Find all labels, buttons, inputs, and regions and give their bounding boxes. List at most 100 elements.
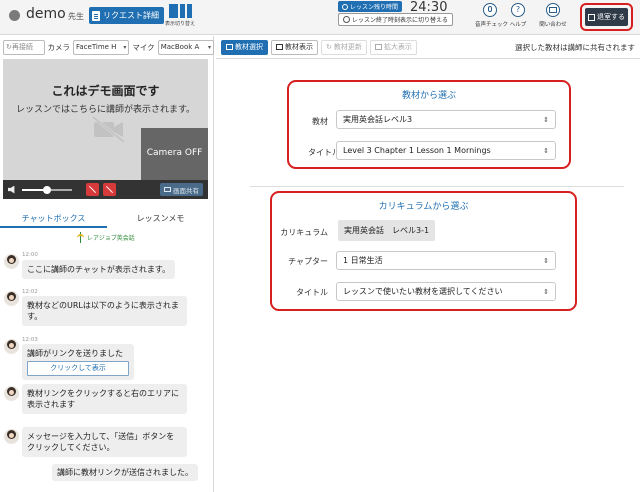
user-name: demo: [26, 6, 66, 22]
system-message: 講師に教材リンクが送信されました。: [52, 464, 198, 481]
chat-message: 教材などのURLは以下のように表示されます。: [22, 296, 187, 326]
mic-select[interactable]: MacBook A ▾: [157, 39, 215, 55]
voice-check-label: 音声チェック: [475, 22, 509, 28]
curriculum-section: カリキュラムから選ぶ カリキュラム 実用英会話 レベル3-1 チャプター 1 日…: [270, 191, 577, 311]
title-label: タイトル: [308, 148, 340, 157]
clock-icon: [343, 16, 350, 23]
request-details-label: リクエスト詳細: [103, 11, 159, 20]
tab-lesson-memo[interactable]: レッスンメモ: [107, 208, 214, 228]
message-time: 12:03: [22, 337, 38, 343]
chat-message: メッセージを入力して、「送信」ボタンをクリックしてください。: [22, 427, 187, 457]
avatar: [4, 429, 19, 444]
update-material-button[interactable]: ↻ 教材更新: [321, 39, 367, 55]
chat-message: 教材リンクをクリックすると右のエリアに表示されます: [22, 384, 187, 414]
demo-title: これはデモ画面です: [51, 84, 160, 98]
mic-value: MacBook A: [160, 43, 200, 51]
avatar: [4, 386, 19, 401]
device-row: ↻ 再接続 カメラ FaceTime H ▾ マイク MacBook A ▾: [0, 36, 215, 58]
curriculum-title-placeholder: レッスンで使いたい教材を選択してください: [343, 287, 503, 296]
screen-share-button[interactable]: 画面共有: [160, 183, 203, 196]
avatar: [4, 291, 19, 306]
avatar: [4, 254, 19, 269]
switch-end-time-button[interactable]: レッスン終了時刻表示に切り替える: [338, 13, 453, 26]
video-area: これはデモ画面です レッスンではこちらに講師が表示されます。 Camera OF…: [3, 59, 208, 180]
zoom-label: 拡大表示: [383, 43, 412, 51]
list-icon: [226, 44, 233, 50]
volume-slider[interactable]: [22, 185, 72, 194]
message-text: メッセージを入力して、「送信」ボタンをクリックしてください。: [27, 432, 175, 452]
question-icon: ?: [515, 5, 521, 14]
camera-value: FaceTime H: [76, 43, 117, 51]
title-select[interactable]: Level 3 Chapter 1 Lesson 1 Mornings ⇕: [336, 141, 556, 160]
chevron-updown-icon: ⇕: [543, 287, 549, 296]
select-material-button[interactable]: 教材選択: [221, 39, 268, 55]
chevron-down-icon: ▾: [208, 43, 212, 51]
mail-icon: [549, 7, 557, 13]
material-section-title: 教材から選ぶ: [401, 91, 456, 101]
curriculum-label: カリキュラム: [280, 228, 328, 237]
message-text: 講師がリンクを送りました: [27, 349, 123, 358]
chapter-select[interactable]: 1 日常生活 ⇕: [336, 251, 556, 270]
refresh-icon: ↻: [326, 43, 332, 51]
tab-chatbox[interactable]: チャットボックス: [0, 208, 107, 228]
material-label: 教材: [312, 117, 328, 126]
voice-check-button[interactable]: 音声チェック: [475, 3, 509, 28]
share-note: 選択した教材は講師に共有されます: [515, 42, 635, 52]
screen-icon: [164, 187, 171, 192]
view-material-button[interactable]: 教材表示: [271, 39, 318, 55]
header-bar: demo 先生 リクエスト詳細 表示切り替え レッスン残り時間 24:30 レッ…: [0, 0, 640, 35]
document-icon: [92, 10, 100, 21]
chevron-updown-icon: ⇕: [543, 115, 549, 124]
reconnect-button[interactable]: ↻ 再接続: [3, 39, 45, 55]
view-material-label: 教材表示: [285, 43, 313, 51]
speaker-icon[interactable]: [8, 185, 15, 194]
chat-message: 講師がリンクを送りました クリックして表示: [22, 344, 134, 380]
chevron-updown-icon: ⇕: [543, 256, 549, 265]
help-button[interactable]: ? ヘルプ: [503, 3, 533, 28]
request-details-button[interactable]: リクエスト詳細: [89, 7, 164, 24]
avatar: [4, 339, 19, 354]
chat-area: レアジョブ英会話 12:00 ここに講師のチャットが表示されます。 12:02 …: [0, 229, 214, 492]
exit-highlight: 退室する: [580, 3, 633, 31]
exit-icon: [588, 13, 595, 21]
contact-label: 問い合わせ: [539, 22, 567, 28]
material-value: 実用英会話レベル3: [343, 115, 413, 124]
curriculum-title-select[interactable]: レッスンで使いたい教材を選択してください ⇕: [336, 282, 556, 301]
mute-mic-icon[interactable]: [86, 183, 99, 196]
message-time: 12:00: [22, 252, 38, 258]
brand-logo: レアジョブ英会話: [76, 232, 135, 243]
camera-off-label: Camera OFF: [146, 148, 203, 158]
exit-room-button[interactable]: 退室する: [585, 8, 628, 26]
material-select[interactable]: 実用英会話レベル3 ⇕: [336, 110, 556, 129]
section-divider: [250, 186, 624, 187]
curriculum-section-title: カリキュラムから選ぶ: [378, 202, 469, 212]
switch-end-time-label: レッスン終了時刻表示に切り替える: [352, 17, 448, 24]
show-link-button[interactable]: クリックして表示: [27, 361, 129, 376]
exit-room-label: 退室する: [597, 13, 625, 21]
contact-button[interactable]: 問い合わせ: [538, 3, 568, 28]
video-controls: 画面共有: [3, 180, 208, 199]
camera-select[interactable]: FaceTime H ▾: [73, 39, 130, 55]
camera-off-icon: [92, 115, 125, 143]
help-label: ヘルプ: [509, 22, 527, 28]
message-text: ここに講師のチャットが表示されます。: [27, 265, 171, 274]
chevron-updown-icon: ⇕: [543, 146, 549, 155]
mic-label: マイク: [132, 42, 155, 52]
microphone-icon: [488, 6, 492, 12]
layout-toggle-button[interactable]: 表示切り替え: [162, 4, 198, 32]
layout-columns-icon: [162, 4, 198, 18]
camera-label: カメラ: [47, 42, 71, 52]
material-toolbar: 教材選択 教材表示 ↻ 教材更新 拡大表示 選択した教材は講師に共有されます: [216, 36, 640, 59]
volume-knob[interactable]: [43, 185, 51, 194]
zoom-button[interactable]: 拡大表示: [369, 39, 417, 55]
title-value: Level 3 Chapter 1 Lesson 1 Mornings: [343, 146, 491, 155]
reconnect-label: 再接続: [11, 43, 33, 51]
left-panel: ↻ 再接続 カメラ FaceTime H ▾ マイク MacBook A ▾ こ…: [0, 36, 215, 492]
book-icon: [276, 44, 283, 50]
remaining-time-label: レッスン残り時間: [350, 4, 399, 11]
camera-off-toggle-icon[interactable]: [103, 183, 116, 196]
screen-share-label: 画面共有: [173, 186, 199, 195]
chevron-down-icon: ▾: [123, 43, 127, 51]
expand-icon: [374, 44, 382, 50]
demo-subtitle: レッスンではこちらに講師が表示されます。: [15, 105, 196, 115]
